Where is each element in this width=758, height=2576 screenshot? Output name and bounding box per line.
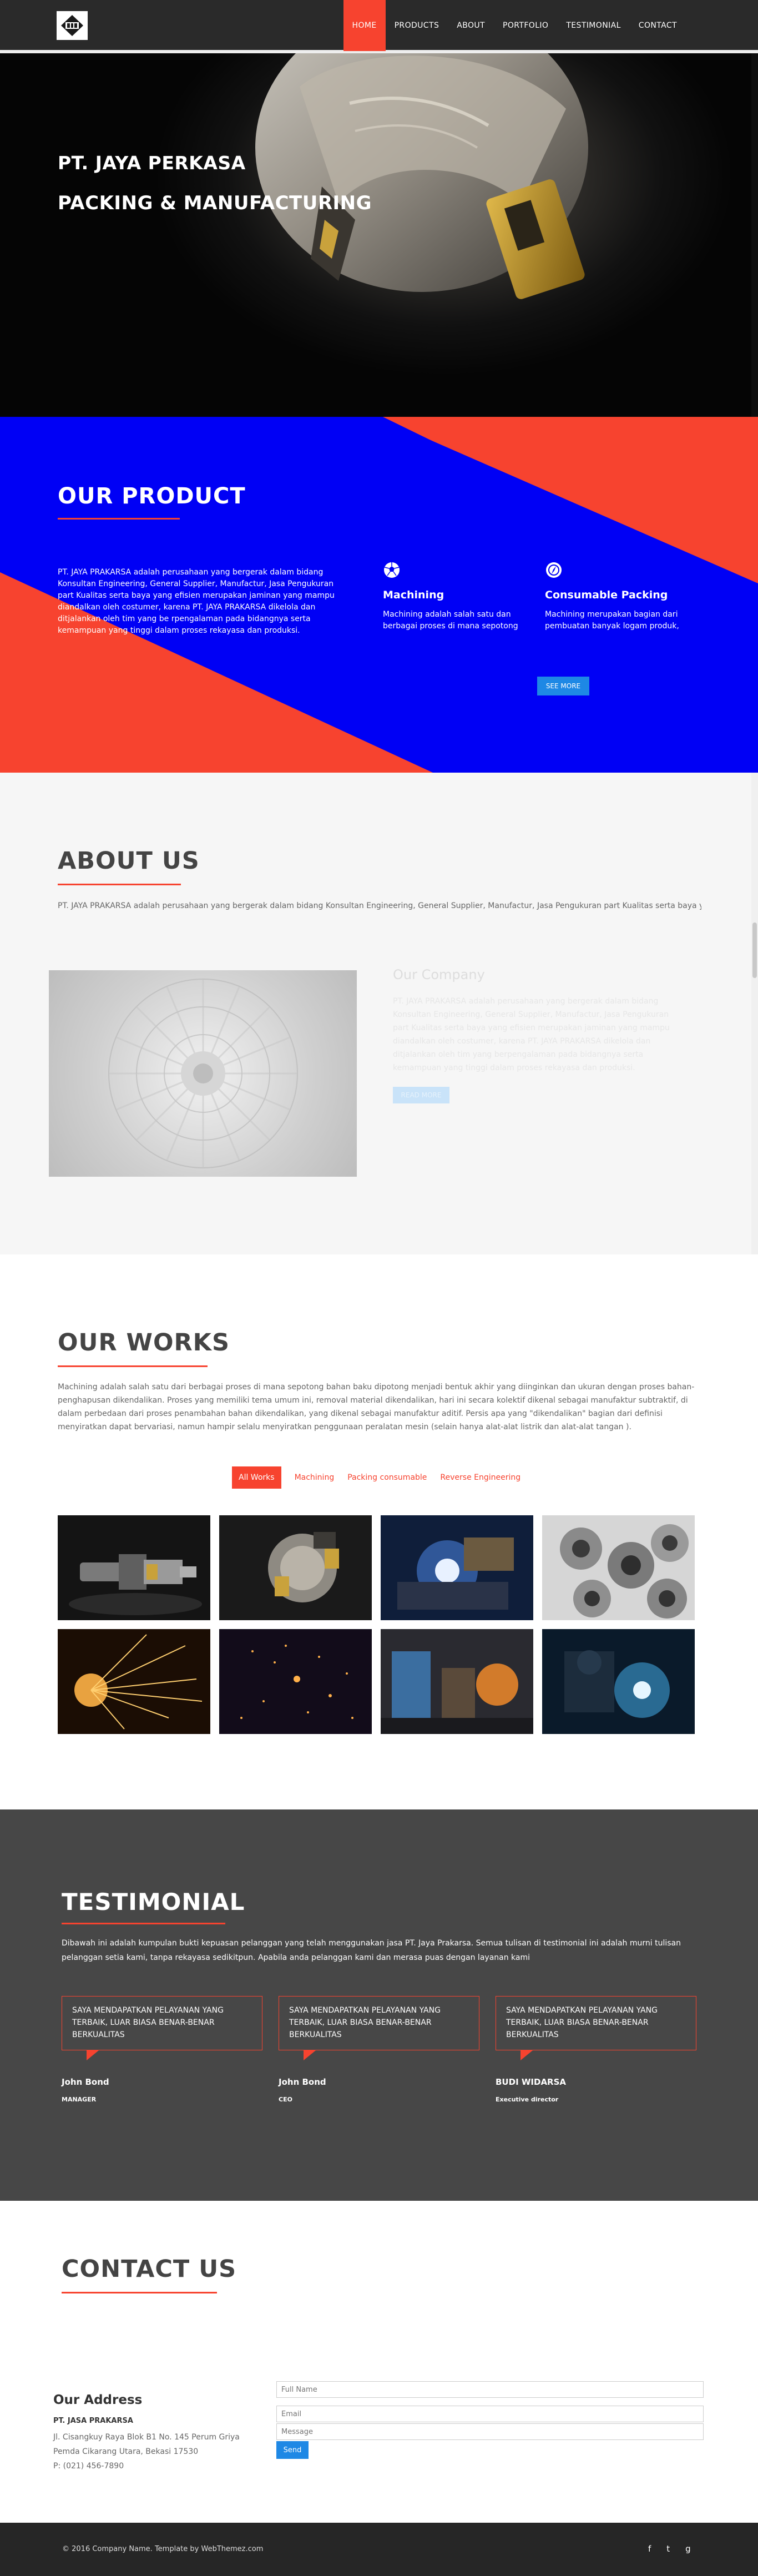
product-item-text: Machining adalah salah satu dan berbagai… — [383, 610, 518, 631]
full-name-input[interactable] — [276, 2381, 704, 2398]
footer: © 2016 Company Name. Template by WebThem… — [0, 2523, 758, 2576]
grinding-sparks-photo — [58, 1629, 210, 1734]
about-turbine-image — [49, 970, 357, 1177]
nav-home[interactable]: HOME — [343, 0, 386, 51]
author-name: John Bond — [279, 2077, 326, 2087]
email-input[interactable] — [276, 2406, 704, 2422]
filter-all-works[interactable]: All Works — [232, 1466, 281, 1489]
compass-icon — [546, 562, 562, 578]
portfolio-tile-rollers[interactable] — [542, 1515, 695, 1620]
social-links: f t g — [648, 2544, 691, 2554]
testimonial-description: Dibawah ini adalah kumpulan bukti kepuas… — [62, 1939, 681, 1962]
message-input[interactable] — [276, 2423, 704, 2440]
address-title: Our Address — [53, 2393, 143, 2407]
about-intro-text: PT. JAYA PRAKARSA adalah perusahaan yang… — [58, 901, 701, 910]
about-scrollbar-thumb[interactable] — [752, 922, 757, 978]
portfolio-tile-welding[interactable] — [381, 1515, 533, 1620]
hero-scrollbar[interactable] — [751, 53, 758, 417]
address-company: PT. JASA PRAKARSA — [53, 2417, 133, 2425]
author-name: BUDI WIDARSA — [496, 2077, 567, 2087]
welder-photo — [542, 1629, 695, 1734]
product-title-underline — [58, 518, 180, 520]
nav-products[interactable]: PRODUCTS — [386, 0, 448, 51]
logo-icon — [59, 13, 85, 38]
portfolio-tile-grinding-sparks[interactable] — [58, 1629, 210, 1734]
factory-photo — [381, 1629, 533, 1734]
product-item-name: Machining — [383, 589, 444, 601]
nav-about[interactable]: ABOUT — [448, 0, 494, 51]
copyright-text: © 2016 Company Name. Template by WebThem… — [62, 2545, 264, 2553]
product-title: OUR PRODUCT — [58, 483, 246, 509]
tool-holder-photo — [58, 1515, 210, 1620]
rollers-photo — [542, 1515, 695, 1620]
filter-packing-consumable[interactable]: Packing consumable — [341, 1466, 433, 1489]
company-text: PT. JAYA PRAKARSA adalah perusahaan yang… — [393, 997, 670, 1072]
see-more-button[interactable]: SEE MORE — [537, 677, 589, 695]
filter-machining[interactable]: Machining — [288, 1466, 341, 1489]
about-section: ABOUT US PT. JAYA PRAKARSA adalah perusa… — [0, 773, 758, 1254]
author-role: Executive director — [496, 2096, 559, 2103]
portfolio-tile-tool-holder[interactable] — [58, 1515, 210, 1620]
address-phone: P: (021) 456-7890 — [53, 2462, 124, 2471]
milling-cutter-photo — [219, 1515, 372, 1620]
portfolio-grid — [58, 1515, 697, 1734]
testimonial-title-underline — [62, 1923, 225, 1924]
testimonial-quote-1: SAYA MENDAPATKAN PELAYANAN YANG TERBAIK,… — [62, 1996, 262, 2060]
turbine-graphic — [108, 979, 298, 1168]
address-line-2: Pemda Cikarang Utara, Bekasi 17530 — [53, 2447, 199, 2456]
contact-title-underline — [62, 2292, 217, 2293]
author-name: John Bond — [62, 2077, 109, 2087]
top-navbar: HOME PRODUCTS ABOUT PORTFOLIO TESTIMONIA… — [0, 0, 758, 53]
works-section: OUR WORKS Machining adalah salah satu da… — [0, 1254, 758, 1809]
portfolio-tile-factory[interactable] — [381, 1629, 533, 1734]
address-line-1: Jl. Cisangkuy Raya Blok B1 No. 145 Perum… — [53, 2433, 240, 2442]
portfolio-filters: All Works Machining Packing consumable R… — [232, 1466, 527, 1489]
about-title: ABOUT US — [58, 847, 200, 875]
hero-section: PT. JAYA PERKASA PACKING & MANUFACTURING — [0, 53, 758, 417]
twitter-icon[interactable]: t — [666, 2544, 670, 2554]
about-title-underline — [58, 884, 181, 885]
works-title-underline — [58, 1365, 208, 1367]
author-role: MANAGER — [62, 2096, 97, 2103]
filter-reverse-engineering[interactable]: Reverse Engineering — [433, 1466, 527, 1489]
product-section: OUR PRODUCT PT. JAYA PRAKARSA adalah per… — [0, 417, 758, 773]
company-logo[interactable] — [57, 11, 88, 40]
works-title: OUR WORKS — [58, 1329, 230, 1357]
facebook-icon[interactable]: f — [648, 2544, 651, 2554]
company-read-more-button[interactable]: READ MORE — [393, 1087, 449, 1103]
hero-title: PT. JAYA PERKASA — [58, 152, 246, 174]
contact-title: CONTACT US — [62, 2255, 237, 2283]
works-description: Machining adalah salah satu dari berbaga… — [58, 1383, 695, 1431]
contact-section: CONTACT US Our Address PT. JASA PRAKARSA… — [0, 2201, 758, 2523]
portfolio-tile-milling-cutter[interactable] — [219, 1515, 372, 1620]
company-title: Our Company — [393, 967, 485, 982]
nav-portfolio[interactable]: PORTFOLIO — [494, 0, 557, 51]
testimonial-section: TESTIMONIAL Dibawah ini adalah kumpulan … — [0, 1809, 758, 2201]
product-description: PT. JAYA PRAKARSA adalah perusahaan yang… — [58, 568, 335, 635]
product-item-machining: Machining Machining adalah salah satu da… — [383, 561, 533, 632]
soccer-ball-icon — [384, 562, 400, 578]
product-item-name: Consumable Packing — [545, 589, 668, 601]
nav-testimonial[interactable]: TESTIMONIAL — [557, 0, 629, 51]
author-role: CEO — [279, 2096, 292, 2103]
product-item-consumable-packing: Consumable Packing Machining merupakan b… — [545, 561, 695, 632]
testimonial-author-2: John Bond CEO — [279, 2077, 326, 2103]
product-item-text: Machining merupakan bagian dari pembuata… — [545, 610, 679, 631]
about-scrollbar-track[interactable] — [751, 773, 758, 1254]
testimonial-author-3: BUDI WIDARSA Executive director — [496, 2077, 566, 2103]
github-icon[interactable]: g — [685, 2544, 691, 2554]
sparks-photo — [219, 1629, 372, 1734]
hero-subtitle: PACKING & MANUFACTURING — [58, 192, 372, 214]
portfolio-tile-sparks[interactable] — [219, 1629, 372, 1734]
testimonial-author-1: John Bond MANAGER — [62, 2077, 109, 2103]
send-button[interactable]: Send — [276, 2441, 309, 2459]
testimonial-quote-2: SAYA MENDAPATKAN PELAYANAN YANG TERBAIK,… — [279, 1996, 479, 2060]
nav-contact[interactable]: CONTACT — [630, 0, 686, 51]
testimonial-title: TESTIMONIAL — [62, 1888, 245, 1915]
testimonial-quote-3: SAYA MENDAPATKAN PELAYANAN YANG TERBAIK,… — [496, 1996, 696, 2060]
main-nav: HOME PRODUCTS ABOUT PORTFOLIO TESTIMONIA… — [343, 0, 686, 51]
welding-photo — [381, 1515, 533, 1620]
portfolio-tile-welder[interactable] — [542, 1629, 695, 1734]
